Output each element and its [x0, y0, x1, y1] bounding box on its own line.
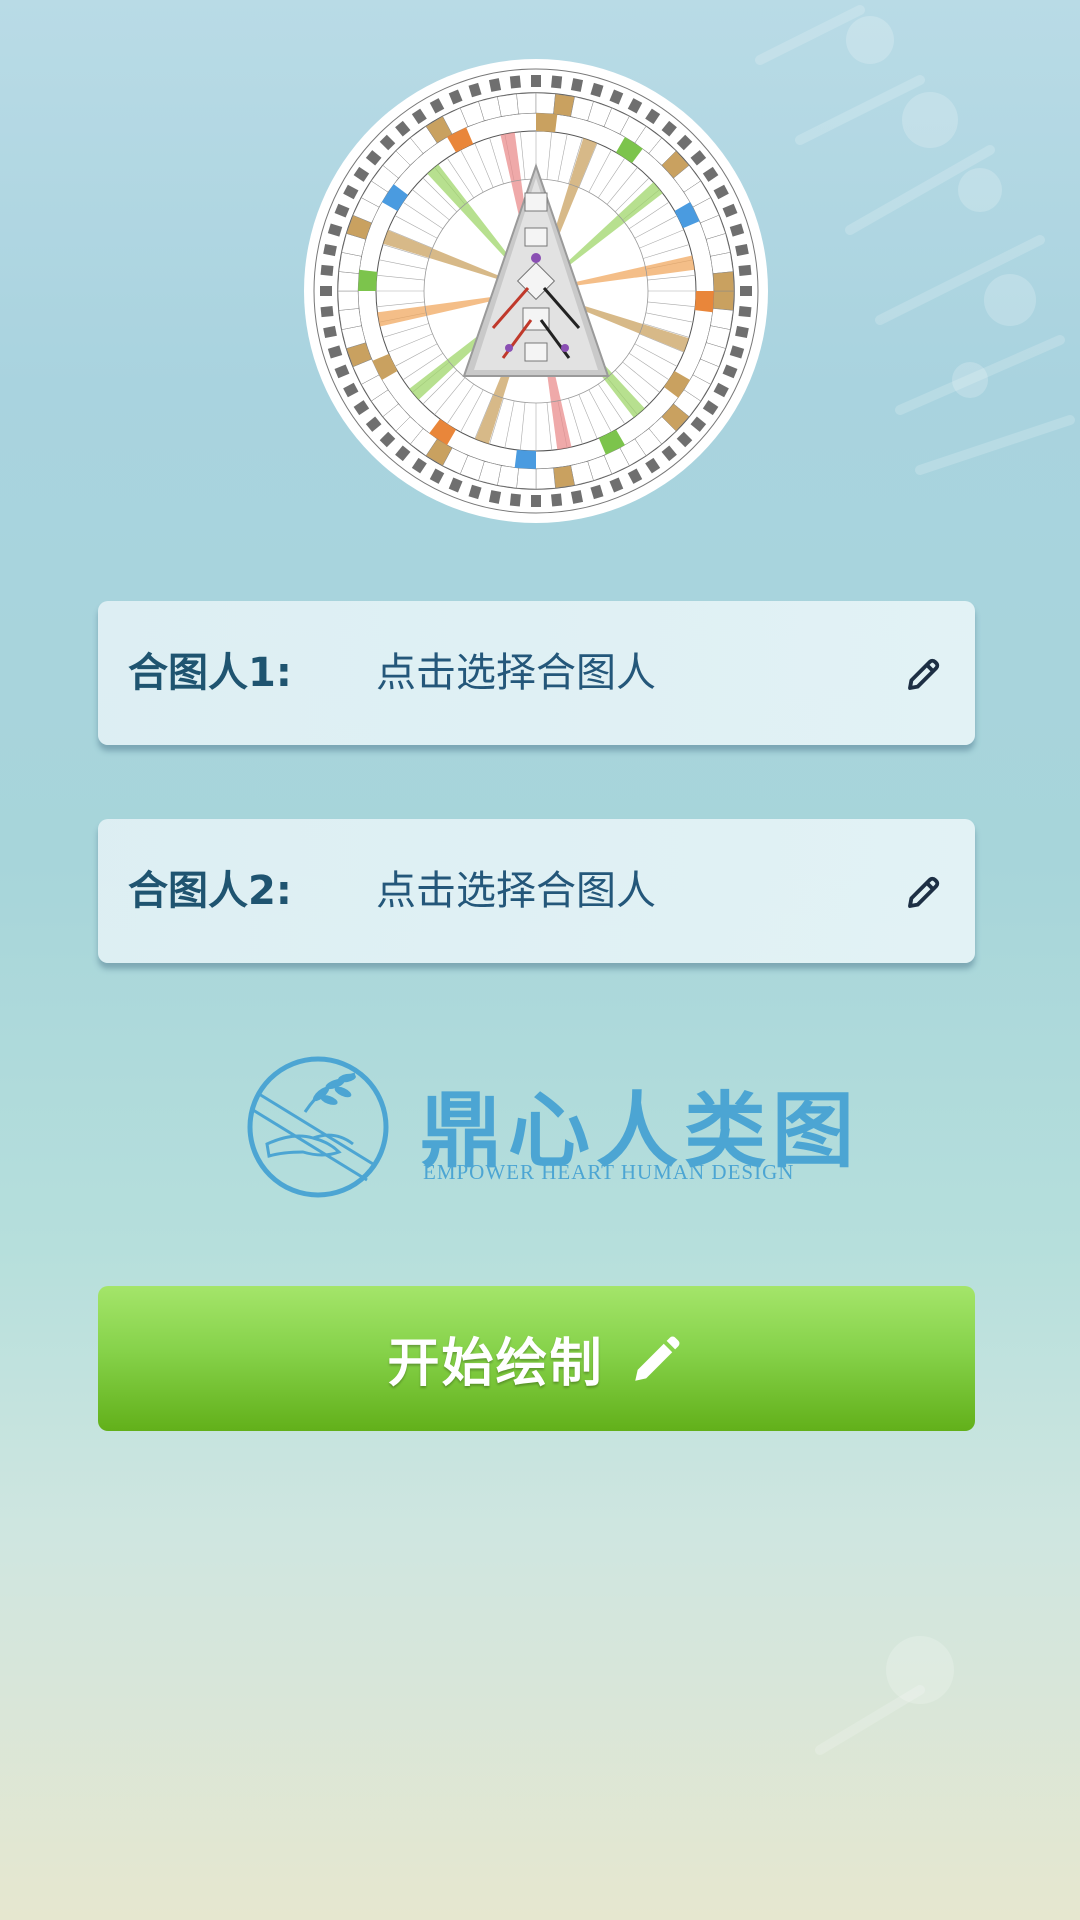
pencil-outline-icon[interactable]: [903, 871, 945, 913]
partner-2-placeholder[interactable]: 点击选择合图人: [376, 819, 656, 963]
partner-2-label: 合图人2:: [128, 868, 292, 914]
human-design-wheel-image: [304, 59, 768, 523]
partner-1-placeholder[interactable]: 点击选择合图人: [376, 601, 656, 745]
partner-1-label: 合图人1:: [128, 650, 292, 696]
olive-branch-hands-emblem: [247, 1056, 389, 1198]
brand-logo: 鼎心人类图 EMPOWER HEART HUMAN DESIGN: [243, 1052, 854, 1202]
start-drawing-button[interactable]: 开始绘制: [98, 1286, 975, 1431]
brand-subtitle: EMPOWER HEART HUMAN DESIGN: [423, 1160, 795, 1184]
start-drawing-label: 开始绘制: [387, 1334, 604, 1394]
partner-1-field[interactable]: 合图人1: 点击选择合图人: [98, 601, 975, 745]
pencil-solid-icon: [634, 1336, 679, 1381]
partner-2-field[interactable]: 合图人2: 点击选择合图人: [98, 819, 975, 963]
pencil-outline-icon[interactable]: [903, 653, 945, 695]
